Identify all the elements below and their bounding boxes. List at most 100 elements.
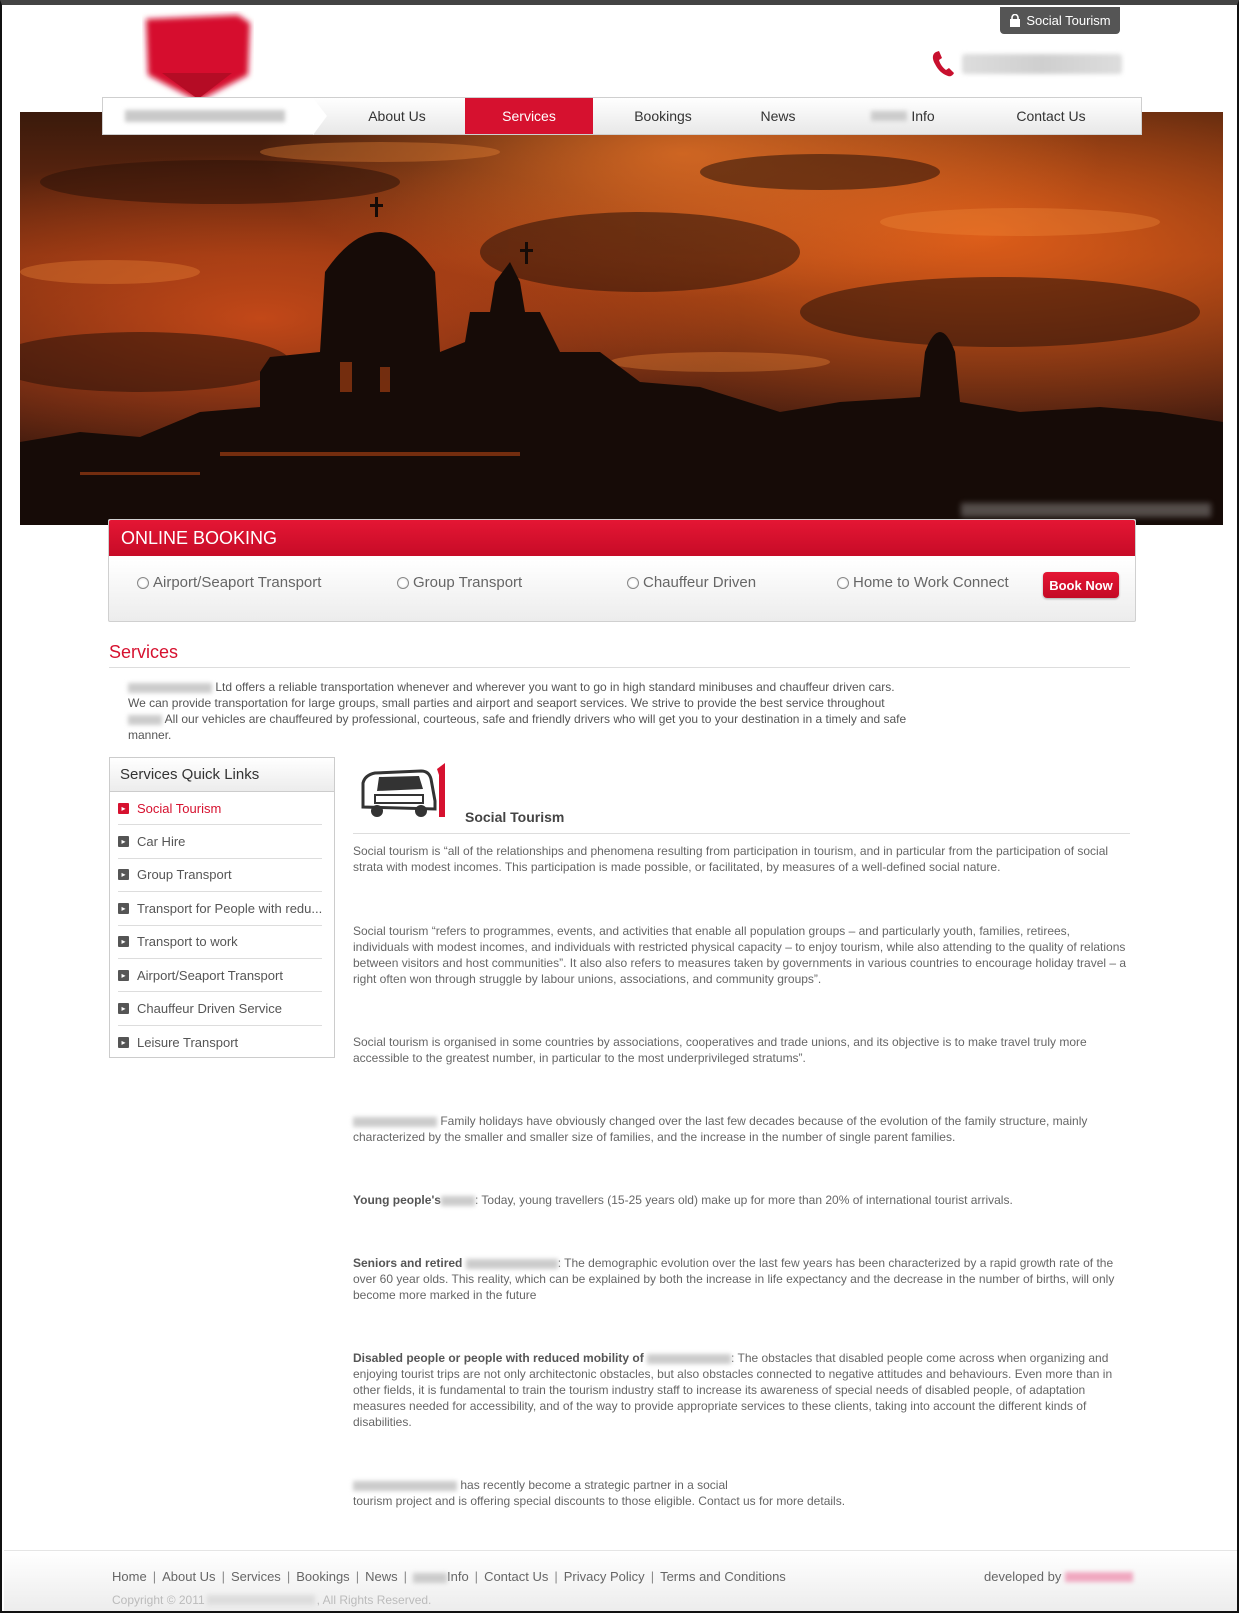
quick-link-label: Transport to work <box>137 934 238 950</box>
article-paragraph-4: Family holidays have obviously changed o… <box>353 1113 1128 1145</box>
paragraph-text: has recently become a strategic partner … <box>460 1478 728 1492</box>
developed-by-label: developed by <box>984 1569 1062 1584</box>
quick-link-group-transport[interactable]: ▸ Group Transport <box>118 859 322 893</box>
arrow-icon: ▸ <box>118 969 129 981</box>
article-paragraph-2: Social tourism “refers to programmes, ev… <box>353 924 1127 986</box>
hero-image <box>20 112 1223 525</box>
paragraph-text: tourism project and is offering special … <box>353 1494 846 1508</box>
book-now-button[interactable]: Book Now <box>1043 572 1119 598</box>
footer-link-home[interactable]: Home <box>112 1569 147 1584</box>
copyright: Copyright © 2011 , All Rights Reserved. <box>112 1593 431 1607</box>
main-nav: About Us Services Bookings News Info Con… <box>102 97 1142 135</box>
blurred-company-name <box>128 682 212 693</box>
nav-info[interactable]: Info <box>823 98 983 134</box>
footer-link-privacy-policy[interactable]: Privacy Policy <box>564 1569 645 1584</box>
footer: Home | About Us | Services | Bookings | News… <box>4 1550 1237 1611</box>
blurred-company-name <box>206 1595 315 1605</box>
radio-icon[interactable] <box>627 576 639 589</box>
footer-link-news[interactable]: News <box>365 1569 398 1584</box>
option-airport-seaport[interactable]: Airport/Seaport Transport <box>137 574 321 591</box>
footer-link-contact-us[interactable]: Contact Us <box>484 1569 548 1584</box>
services-intro: Ltd offers a reliable transportation whe… <box>128 679 908 743</box>
services-title: Services <box>109 642 179 662</box>
blurred-heading <box>353 1116 437 1127</box>
article-paragraph-3: Social tourism is organised in some coun… <box>353 1035 1087 1065</box>
online-booking-panel: ONLINE BOOKING Airport/Seaport Transport… <box>108 519 1136 622</box>
phone-icon <box>932 51 954 77</box>
nav-services[interactable]: Services <box>465 98 593 134</box>
arrow-icon: ▸ <box>118 1003 129 1015</box>
quick-link-transport-to-work[interactable]: ▸ Transport to work <box>118 926 322 959</box>
blurred-place-name <box>128 714 162 725</box>
quick-link-label: Chauffeur Driven Service <box>137 1001 282 1017</box>
blurred-company-name <box>353 1480 457 1491</box>
quick-link-social-tourism[interactable]: ▸ Social Tourism <box>118 792 322 826</box>
quick-link-label: Social Tourism <box>137 800 222 816</box>
article-paragraph-8: has recently become a strategic partner … <box>353 1477 1128 1509</box>
social-tourism-tab-label: Social Tourism <box>1026 13 1111 28</box>
paragraph-heading: Young people's <box>353 1193 441 1207</box>
developed-by: developed by <box>984 1569 1134 1584</box>
footer-link-about-us[interactable]: About Us <box>162 1569 215 1584</box>
article-title: Social Tourism <box>465 809 565 825</box>
developer-link-blurred[interactable] <box>1065 1571 1134 1582</box>
copyright-prefix: Copyright © 2011 <box>112 1593 205 1607</box>
footer-link-info-label: Info <box>446 1569 469 1584</box>
quick-link-label: Transport for People with redu... <box>137 900 322 916</box>
quick-links-title: Services Quick Links <box>110 758 334 792</box>
paragraph-text: : Today, young travellers (15-25 years o… <box>474 1193 1013 1207</box>
blurred-word <box>440 1195 475 1206</box>
quick-link-label: Group Transport <box>137 867 232 883</box>
footer-links: Home | About Us | Services | Bookings | News… <box>112 1569 786 1584</box>
quick-link-car-hire[interactable]: ▸ Car Hire <box>118 825 322 859</box>
radio-icon[interactable] <box>397 576 409 589</box>
paragraph-heading: Disabled people or people with reduced m… <box>353 1351 644 1365</box>
blurred-word <box>647 1353 732 1364</box>
paragraph-heading: Seniors and retired <box>353 1256 463 1270</box>
option-chauffeur-driven[interactable]: Chauffeur Driven <box>627 574 756 591</box>
intro-text-1: Ltd offers a reliable transportation whe… <box>128 680 895 710</box>
divider <box>353 833 1130 834</box>
nav-about-us[interactable]: About Us <box>329 98 465 134</box>
footer-link-bookings[interactable]: Bookings <box>296 1569 349 1584</box>
option-label: Chauffeur Driven <box>643 574 757 591</box>
van-icon <box>361 763 445 817</box>
quick-link-label: Car Hire <box>137 834 186 850</box>
page-frame: Social Tourism About Us Services Booking… <box>0 0 1239 1613</box>
quick-link-leisure-transport[interactable]: ▸ Leisure Transport <box>118 1026 322 1059</box>
article-paragraph-6: Seniors and retired : The demographic ev… <box>353 1255 1128 1303</box>
logo[interactable] <box>142 11 254 103</box>
footer-link-terms[interactable]: Terms and Conditions <box>660 1569 786 1584</box>
option-group-transport[interactable]: Group Transport <box>397 574 522 591</box>
arrow-icon: ▸ <box>118 1036 129 1048</box>
radio-icon[interactable] <box>837 576 849 589</box>
option-label: Home to Work Connect <box>853 574 1009 591</box>
nav-contact-us[interactable]: Contact Us <box>983 98 1119 134</box>
quick-link-label: Leisure Transport <box>137 1034 239 1050</box>
hero-caption-blurred <box>961 503 1211 517</box>
quick-link-airport-seaport[interactable]: ▸ Airport/Seaport Transport <box>118 959 322 993</box>
footer-link-services[interactable]: Services <box>231 1569 281 1584</box>
intro-text-2: All our vehicles are chauffeured by prof… <box>128 712 907 742</box>
copyright-suffix: , All Rights Reserved. <box>316 1593 432 1607</box>
arrow-icon: ▸ <box>118 802 129 814</box>
option-home-to-work[interactable]: Home to Work Connect <box>837 574 1009 591</box>
nav-bookings[interactable]: Bookings <box>593 98 733 134</box>
social-tourism-tab[interactable]: Social Tourism <box>1000 7 1120 34</box>
arrow-icon: ▸ <box>118 836 129 848</box>
option-label: Airport/Seaport Transport <box>153 574 322 591</box>
nav-brand[interactable] <box>103 98 327 135</box>
blurred-word <box>465 1258 558 1269</box>
quick-link-chauffeur-driven[interactable]: ▸ Chauffeur Driven Service <box>118 992 322 1026</box>
services-quick-links: Services Quick Links ▸ Social Tourism ▸ Ca… <box>109 757 335 1058</box>
quick-link-reduced-mobility[interactable]: ▸ Transport for People with redu... <box>118 892 322 926</box>
footer-link-info[interactable]: Info <box>412 1569 469 1584</box>
nav-news[interactable]: News <box>733 98 823 134</box>
radio-icon[interactable] <box>137 576 149 589</box>
option-label: Group Transport <box>413 574 523 591</box>
online-booking-title: ONLINE BOOKING <box>109 520 1135 556</box>
quick-link-label: Airport/Seaport Transport <box>137 967 283 983</box>
nav-info-label: Info <box>911 108 935 124</box>
article-paragraph-5: Young people's : Today, young travellers … <box>353 1192 1128 1208</box>
phone-number-blurred <box>962 54 1122 74</box>
